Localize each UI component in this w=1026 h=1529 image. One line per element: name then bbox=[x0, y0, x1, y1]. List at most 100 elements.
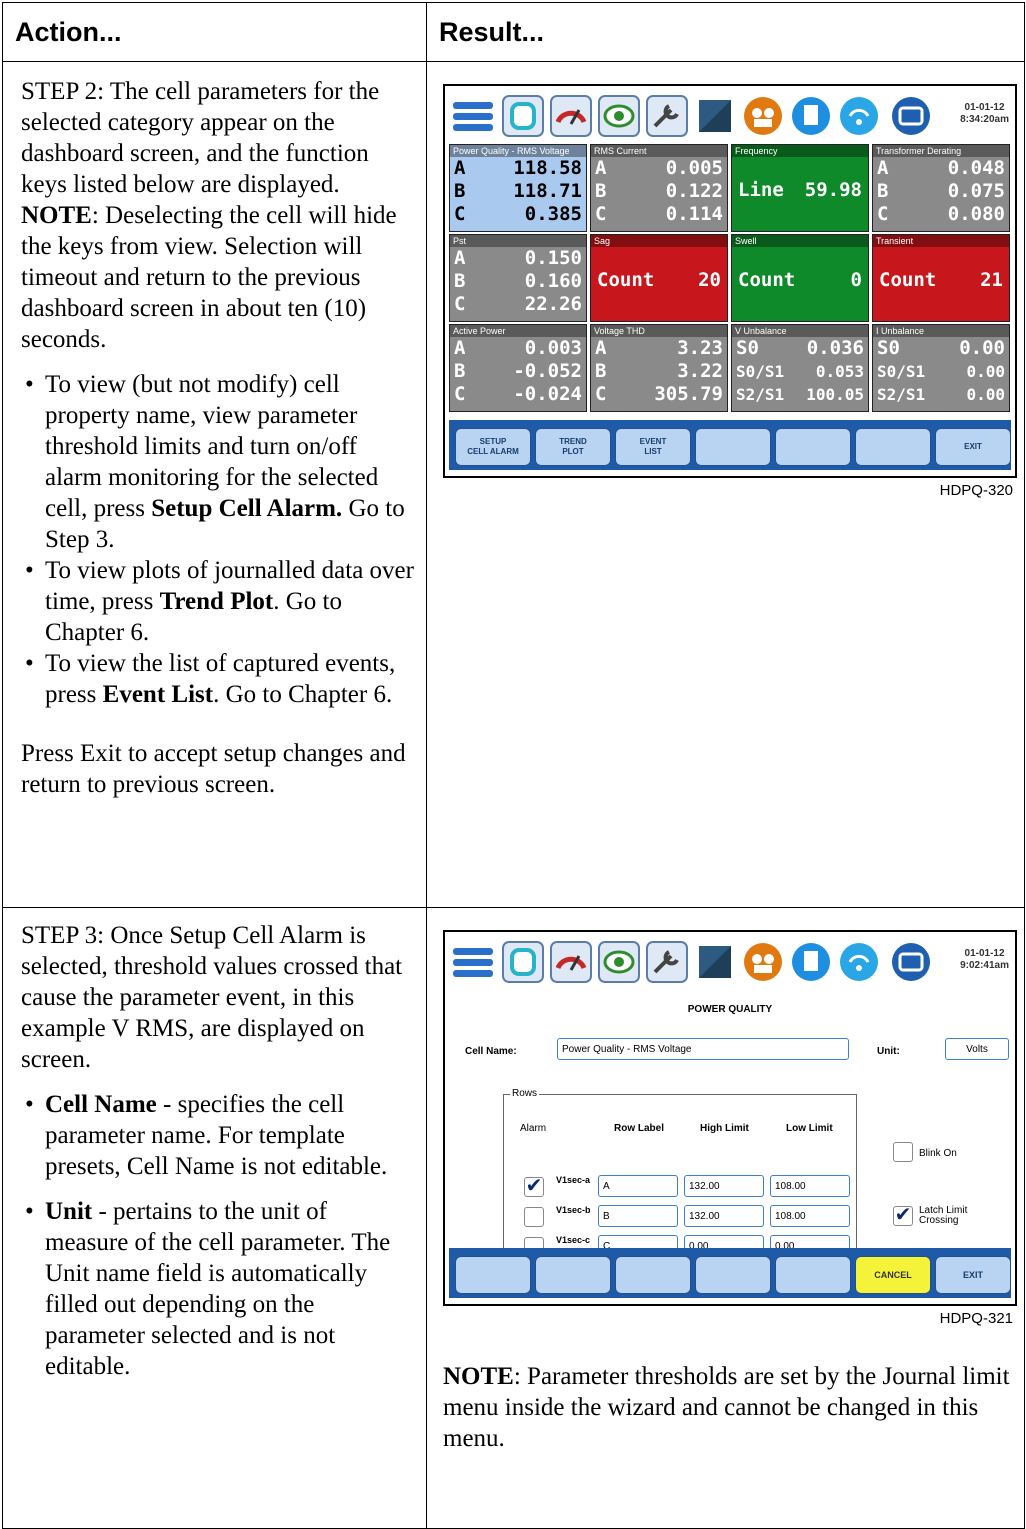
cell-row-label: A bbox=[454, 247, 466, 269]
cell-row-value: 305.79 bbox=[654, 383, 723, 405]
function-key-line2: PLOT bbox=[562, 447, 584, 456]
cell-header: RMS Current bbox=[591, 145, 727, 157]
dashboard-cell[interactable]: Frequency Line 59.98 bbox=[731, 144, 869, 232]
cell-row-label: S0/S1 bbox=[877, 362, 926, 381]
unit-label: Unit: bbox=[877, 1046, 900, 1057]
cell-row-label: C bbox=[877, 203, 889, 225]
dashboard-grid: Power Quality - RMS Voltage A 118.58 B 118.7… bbox=[449, 144, 1011, 416]
function-key[interactable]: TREND PLOT bbox=[535, 428, 611, 466]
cell-row: A 0.005 bbox=[591, 157, 727, 180]
cell-big-value: Line 59.98 bbox=[738, 175, 862, 205]
row-label-field[interactable]: A bbox=[598, 1175, 678, 1197]
function-key[interactable] bbox=[775, 428, 851, 466]
function-key[interactable] bbox=[855, 428, 931, 466]
cell-row: B 0.160 bbox=[450, 270, 586, 293]
cell-row: C 305.79 bbox=[591, 383, 727, 406]
cell-header: Sag bbox=[591, 235, 727, 247]
dashboard-cell[interactable]: I Unbalance S0 0.00 S0/S1 0.00 S2/S1 0.00 bbox=[872, 324, 1010, 412]
scope-mode-icon[interactable] bbox=[501, 94, 545, 138]
display-icon[interactable] bbox=[889, 94, 933, 138]
dashboard-cell[interactable]: Transformer Derating A 0.048 B 0.075 C 0.080 bbox=[872, 144, 1010, 232]
menu-icon[interactable] bbox=[451, 94, 495, 138]
dashboard-cell[interactable]: Voltage THD A 3.23 B 3.22 C 305.79 bbox=[590, 324, 728, 412]
step2-row: STEP 2: The cell parameters for the sele… bbox=[2, 61, 1025, 908]
cell-row-value: 0.00 bbox=[966, 385, 1005, 404]
monitor-mode-icon[interactable] bbox=[597, 940, 641, 984]
cell-row-value: 0.00 bbox=[959, 337, 1005, 359]
record-icon[interactable] bbox=[741, 94, 785, 138]
row-label-field[interactable]: B bbox=[598, 1205, 678, 1227]
function-key-line1: EVENT bbox=[639, 437, 667, 446]
tools-icon[interactable] bbox=[645, 94, 689, 138]
row-low-field[interactable]: 108.00 bbox=[770, 1175, 850, 1197]
record-icon[interactable] bbox=[741, 940, 785, 984]
cell-row-label: S2/S1 bbox=[736, 385, 785, 404]
wireless-icon[interactable] bbox=[837, 940, 881, 984]
cell-name-label: Cell Name: bbox=[465, 1046, 517, 1057]
action-header: Action... bbox=[2, 2, 427, 62]
cell-big-label: Line bbox=[738, 179, 784, 201]
function-key-3[interactable] bbox=[615, 1256, 691, 1294]
step3-note: NOTE: Parameter thresholds are set by th… bbox=[443, 1363, 1010, 1452]
screen-icon[interactable] bbox=[693, 94, 737, 138]
cell-row: B 118.71 bbox=[450, 180, 586, 203]
step2-result-cell: 01-01-12 8:34:20am Power Quality - RMS Vo… bbox=[426, 61, 1025, 908]
cell-big-number: 59.98 bbox=[804, 179, 862, 201]
function-key-bar: CANCEL EXIT bbox=[449, 1248, 1011, 1298]
blink-on-checkbox[interactable] bbox=[893, 1142, 913, 1162]
dashboard-cell[interactable]: Pst A 0.150 B 0.160 C 22.26 bbox=[449, 234, 587, 322]
dashboard-cell[interactable]: V Unbalance S0 0.036 S0/S1 0.053 S2/S1 100.05 bbox=[731, 324, 869, 412]
row-name: V1sec-b bbox=[556, 1205, 591, 1215]
function-key-5[interactable] bbox=[775, 1256, 851, 1294]
col-low-limit: Low Limit bbox=[786, 1123, 833, 1134]
tools-icon[interactable] bbox=[645, 940, 689, 984]
menu-icon[interactable] bbox=[451, 940, 495, 984]
monitor-mode-icon[interactable] bbox=[597, 94, 641, 138]
dashboard-cell[interactable]: Power Quality - RMS Voltage A 118.58 B 118.7… bbox=[449, 144, 587, 232]
function-key[interactable] bbox=[695, 428, 771, 466]
cell-header: V Unbalance bbox=[732, 325, 868, 337]
cell-row: B 0.075 bbox=[873, 180, 1009, 203]
function-key[interactable]: EXIT bbox=[935, 428, 1011, 466]
function-key-4[interactable] bbox=[695, 1256, 771, 1294]
document-page: Action... Result... STEP 2: The cell par… bbox=[0, 0, 1026, 1529]
latch-limit-label: Latch Limit Crossing bbox=[919, 1205, 968, 1226]
display-icon[interactable] bbox=[889, 940, 933, 984]
cell-big-value: Count 21 bbox=[879, 265, 1003, 295]
function-key[interactable]: SETUP CELL ALARM bbox=[455, 428, 531, 466]
dashboard-cell[interactable]: Active Power A 0.003 B -0.052 C -0.024 bbox=[449, 324, 587, 412]
unit-field[interactable]: Volts bbox=[945, 1038, 1009, 1060]
cancel-button[interactable]: CANCEL bbox=[855, 1256, 931, 1294]
scope-mode-icon[interactable] bbox=[501, 940, 545, 984]
meter-mode-icon[interactable] bbox=[549, 940, 593, 984]
cell-row: A 0.150 bbox=[450, 247, 586, 270]
dashboard-cell[interactable]: RMS Current A 0.005 B 0.122 C 0.114 bbox=[590, 144, 728, 232]
cell-row-label: C bbox=[595, 383, 607, 405]
row-low-field[interactable]: 108.00 bbox=[770, 1205, 850, 1227]
function-key-2[interactable] bbox=[535, 1256, 611, 1294]
step3-action-cell: STEP 3: Once Setup Cell Alarm is selecte… bbox=[2, 907, 427, 1529]
function-key[interactable]: EVENT LIST bbox=[615, 428, 691, 466]
cell-big-number: 0 bbox=[850, 269, 862, 291]
function-key-1[interactable] bbox=[455, 1256, 531, 1294]
dashboard-cell[interactable]: Swell Count 0 bbox=[731, 234, 869, 322]
cell-big-number: 21 bbox=[980, 269, 1003, 291]
cell-row-label: A bbox=[877, 157, 889, 179]
dashboard-cell[interactable]: Transient Count 21 bbox=[872, 234, 1010, 322]
exit-button[interactable]: EXIT bbox=[935, 1256, 1011, 1294]
report-icon[interactable] bbox=[789, 94, 833, 138]
alarm-checkbox[interactable]: ✔ bbox=[524, 1176, 544, 1197]
icon-bar: 01-01-12 9:02:41am bbox=[445, 932, 1015, 990]
dashboard-cell[interactable]: Sag Count 20 bbox=[590, 234, 728, 322]
cell-header: Voltage THD bbox=[591, 325, 727, 337]
screen-icon[interactable] bbox=[693, 940, 737, 984]
alarm-checkbox[interactable] bbox=[524, 1207, 544, 1227]
row-high-field[interactable]: 132.00 bbox=[684, 1175, 764, 1197]
wireless-icon[interactable] bbox=[837, 94, 881, 138]
row-name: V1sec-c bbox=[556, 1235, 591, 1245]
latch-limit-checkbox[interactable]: ✔ bbox=[893, 1205, 913, 1226]
report-icon[interactable] bbox=[789, 940, 833, 984]
row-high-field[interactable]: 132.00 bbox=[684, 1205, 764, 1227]
cell-name-field[interactable]: Power Quality - RMS Voltage bbox=[557, 1038, 849, 1060]
meter-mode-icon[interactable] bbox=[549, 94, 593, 138]
